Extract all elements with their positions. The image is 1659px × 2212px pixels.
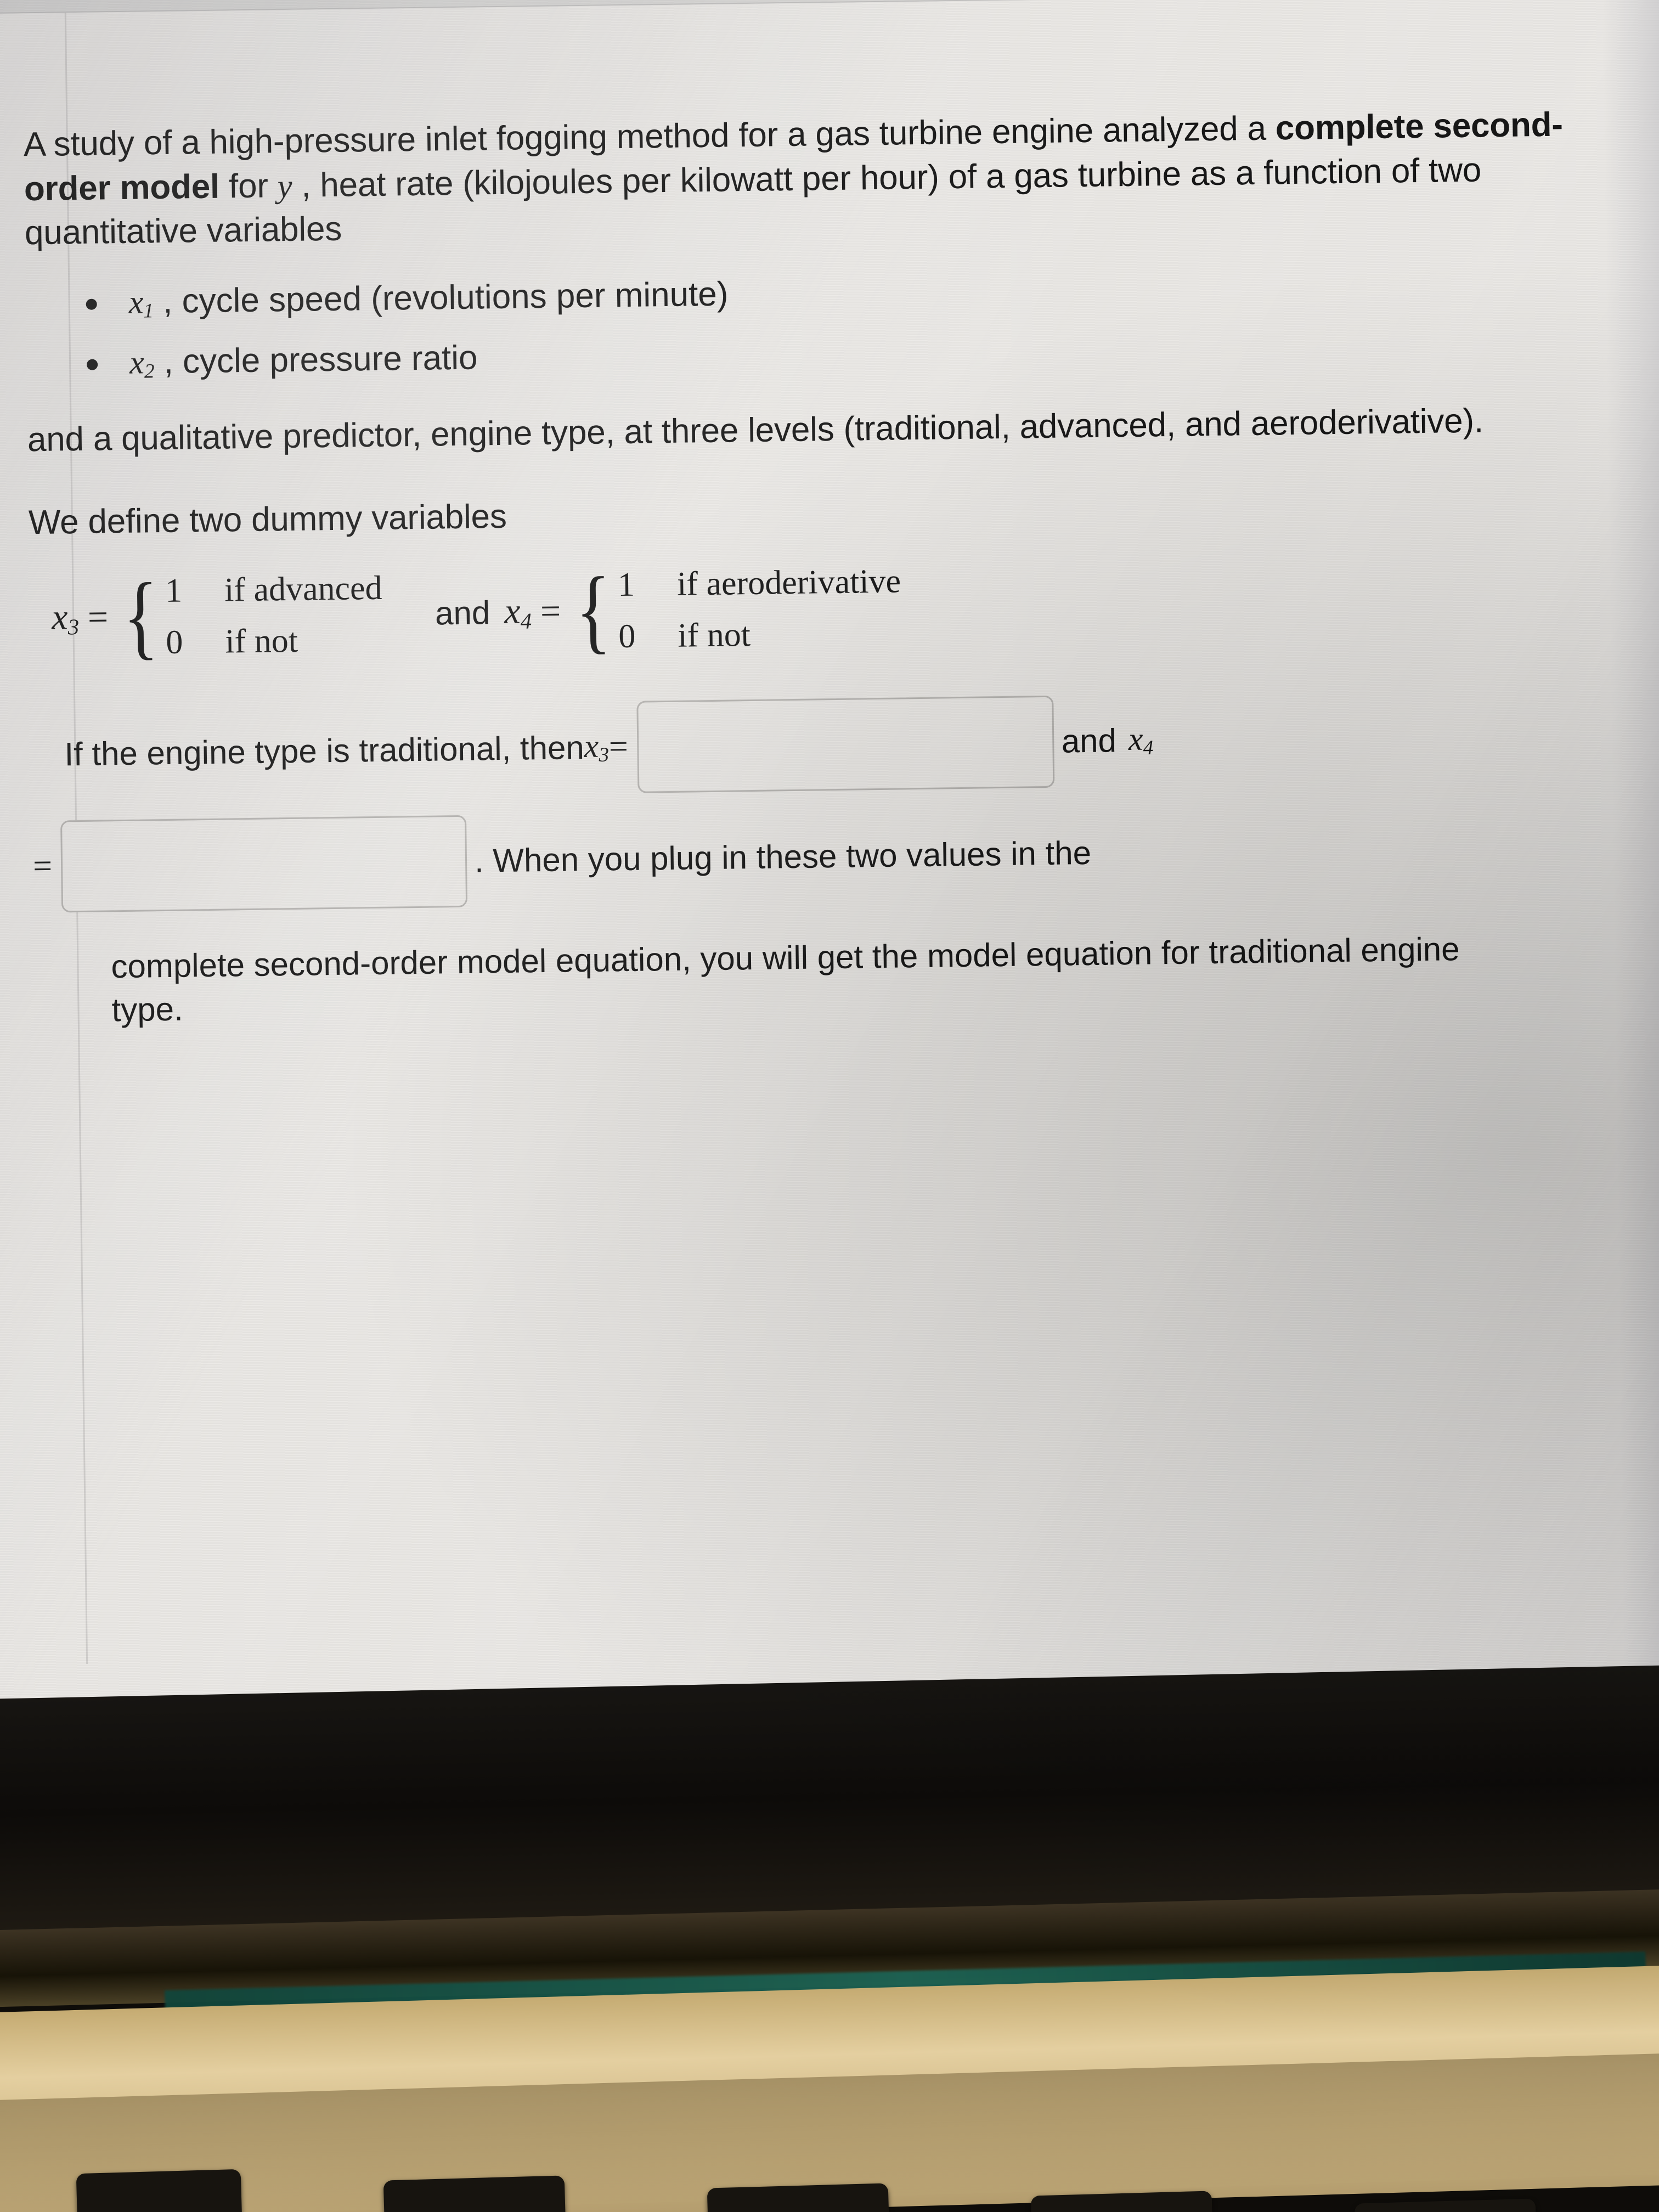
answer-line-1-equals: =	[608, 728, 629, 766]
dummy-x3-letter: x	[51, 597, 68, 637]
left-curly-brace-icon: {	[122, 564, 159, 669]
answer-line-1-suffix: and	[1061, 722, 1117, 760]
answer-line-2-text: . When you plug in these two values in t…	[474, 834, 1092, 879]
intro-paragraph: A study of a high-pressure inlet fogging…	[23, 103, 1605, 256]
dummy-x4-case-1: 1 if aeroderivative	[618, 556, 901, 611]
answer-line-1: If the engine type is traditional, then …	[64, 688, 1606, 800]
variable-x1-subscript: 1	[143, 300, 154, 323]
variable-x1-symbol: x	[128, 284, 144, 320]
qualitative-predictor-paragraph: and a qualitative predictor, engine type…	[27, 402, 1484, 459]
conjunction-and: and	[435, 594, 490, 632]
answer-variable-x4: x4	[1128, 720, 1153, 760]
dummy-x3-cases: 1 if advanced 0 if not	[165, 562, 383, 669]
answer-line-2-equals: =	[32, 847, 53, 885]
keyboard-key[interactable]	[76, 2169, 242, 2212]
dummy-x3-symbol: x3	[52, 596, 80, 640]
dummy-x4-subscript: 4	[520, 608, 532, 634]
answer-variable-x3-subscript: 3	[599, 744, 610, 767]
dummy-x3-case-1: 1 if advanced	[165, 562, 383, 617]
quantitative-variables-list: x1 , cycle speed (revolutions per minute…	[25, 262, 1601, 385]
dummy-x4-case-2: 0 if not	[618, 607, 902, 663]
dummy-x3-case-1-condition: if advanced	[224, 569, 382, 609]
list-item: x2 , cycle pressure ratio	[87, 323, 1601, 385]
intro-text-part2: for	[219, 166, 278, 206]
dummy-x4-case-2-value: 0	[618, 618, 636, 656]
keyboard-key[interactable]	[1354, 2198, 1537, 2212]
dummy-x4-case-1-condition: if aeroderivative	[676, 562, 901, 603]
dummy-definition-x3: x3 = { 1 if advanced 0 if not	[51, 562, 383, 670]
laptop-screen: A study of a high-pressure inlet fogging…	[0, 0, 1659, 1745]
bullet-1-text: , cycle speed (revolutions per minute)	[153, 275, 729, 320]
dummy-x3-equals: =	[87, 597, 109, 638]
variable-x2-symbol: x	[129, 344, 145, 381]
screen-surface: A study of a high-pressure inlet fogging…	[0, 0, 1659, 1745]
dummy-variable-definitions: x3 = { 1 if advanced 0 if not and x4 = {…	[51, 546, 1605, 670]
variable-y: y	[277, 167, 292, 204]
laptop-photo: A study of a high-pressure inlet fogging…	[0, 0, 1659, 2212]
variable-x2-subscript: 2	[144, 360, 155, 383]
keyboard-key[interactable]	[707, 2183, 890, 2212]
dummy-x4-case-1-value: 1	[617, 566, 635, 604]
list-item: x1 , cycle speed (revolutions per minute…	[86, 262, 1600, 324]
answer-line-1-prefix: If the engine type is traditional, then	[64, 729, 585, 773]
dummy-x4-symbol: x4	[504, 590, 532, 634]
left-curly-brace-icon: {	[575, 558, 612, 663]
answer-variable-x3: x3	[584, 727, 609, 768]
dummy-x3-case-2: 0 if not	[166, 614, 383, 668]
answer-variable-x4-letter: x	[1128, 721, 1143, 758]
x3-answer-input[interactable]	[636, 695, 1054, 793]
keyboard-row	[0, 2155, 1659, 2212]
dummy-x3-subscript: 3	[67, 614, 80, 640]
dummy-x4-cases: 1 if aeroderivative 0 if not	[618, 556, 902, 663]
dummy-x3-case-2-value: 0	[165, 623, 183, 662]
variable-x2: x2	[129, 344, 155, 383]
dummy-definition-x4: x4 = { 1 if aeroderivative 0 if not	[504, 556, 902, 664]
answer-variable-x3-letter: x	[584, 728, 599, 765]
variable-x1: x1	[128, 284, 154, 323]
keyboard-key[interactable]	[1030, 2191, 1214, 2212]
dummy-x4-equals: =	[540, 591, 561, 632]
answer-line-2: = . When you plug in these two values in…	[32, 800, 1608, 913]
answer-variable-x4-subscript: 4	[1143, 737, 1154, 760]
closing-paragraph: complete second-order model equation, yo…	[111, 930, 1460, 1029]
x4-answer-input[interactable]	[60, 815, 468, 913]
dummy-x3-case-1-value: 1	[165, 572, 183, 610]
dummy-x4-letter: x	[504, 591, 521, 631]
define-dummy-variables-paragraph: We define two dummy variables	[28, 497, 507, 541]
keyboard-key[interactable]	[383, 2175, 566, 2212]
dummy-x4-case-2-condition: if not	[677, 616, 751, 655]
question-content: A study of a high-pressure inlet fogging…	[23, 103, 1609, 1032]
dummy-x3-case-2-condition: if not	[224, 622, 298, 661]
bullet-2-text: , cycle pressure ratio	[154, 338, 478, 381]
